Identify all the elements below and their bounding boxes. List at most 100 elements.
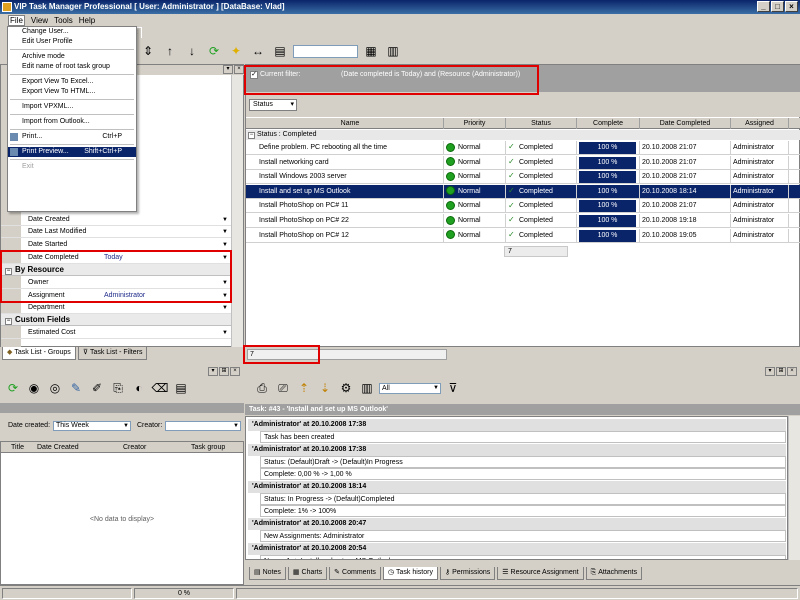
move-updown-icon[interactable]: ⇕ <box>139 42 157 60</box>
col-task-group[interactable]: Task group <box>191 442 225 453</box>
hide-icon[interactable]: ◐ <box>130 379 148 397</box>
refresh-icon[interactable]: ⟳ <box>205 42 223 60</box>
dropdown-icon[interactable]: ▼ <box>221 216 229 224</box>
menu-item-edit-name-of-root-task-group[interactable]: Edit name of root task group <box>8 62 136 72</box>
table-row[interactable]: Install networking card Normal ✓ Completed 1… <box>246 155 800 170</box>
col-complete[interactable]: Complete <box>577 118 640 129</box>
prop-date-created[interactable]: Date Created ▼ <box>1 214 231 226</box>
menu-item-print[interactable]: Print... Ctrl+P <box>8 132 136 142</box>
dropdown-icon[interactable]: ▼ <box>221 228 229 236</box>
edit-comment-icon[interactable]: ✐ <box>88 379 106 397</box>
menu-item-print-preview[interactable]: Print Preview... Shift+Ctrl+P <box>8 147 136 157</box>
menu-item-archive-mode[interactable]: Archive mode <box>8 52 136 62</box>
lightbulb-icon[interactable]: ✦ <box>227 42 245 60</box>
menu-item-import-from-outlook[interactable]: Import from Outlook... <box>8 117 136 127</box>
table-row[interactable]: Install PhotoShop on PC# 22 Normal ✓ Comple… <box>246 214 800 228</box>
maximize-button[interactable]: □ <box>771 1 784 12</box>
history-scrollbar[interactable] <box>788 416 800 560</box>
prop-department[interactable]: Department ▼ <box>1 302 231 314</box>
dropdown-icon[interactable]: ▼ <box>123 422 129 430</box>
table-row[interactable]: Install and set up MS Outlook Normal ✓ Comp… <box>246 184 800 199</box>
menu-item-change-user[interactable]: Change User... <box>8 27 136 37</box>
pin-icon[interactable]: ⊞ <box>219 367 229 376</box>
creator-select[interactable]: ▼ <box>165 421 241 431</box>
col-name[interactable]: Name <box>257 118 444 129</box>
col-assigned[interactable]: Assigned <box>731 118 789 129</box>
sort-ascending-icon[interactable]: ⇡ <box>295 379 313 397</box>
menu-tools[interactable]: Tools <box>54 16 73 25</box>
delete-icon[interactable]: ⌫ <box>151 379 169 397</box>
options-icon[interactable]: ⚙ <box>337 379 355 397</box>
table-row[interactable]: Install Windows 2003 server Normal ✓ Comple… <box>246 170 800 185</box>
columns-icon[interactable]: ▥ <box>358 379 376 397</box>
funnel-icon[interactable]: ⊽ <box>444 379 462 397</box>
col-status[interactable]: Status <box>506 118 577 129</box>
dropdown-icon[interactable]: ▼ <box>221 241 229 249</box>
menu-item-edit-user-profile[interactable]: Edit User Profile <box>8 37 136 47</box>
close-panel-icon[interactable]: × <box>787 367 797 376</box>
history-filter-select[interactable]: All ▼ <box>379 382 441 394</box>
menu-help[interactable]: Help <box>79 16 95 25</box>
col-date[interactable]: Date Completed <box>640 118 731 129</box>
col-title[interactable]: Title <box>11 442 24 453</box>
refresh-icon[interactable]: ⟳ <box>4 379 22 397</box>
menu-item-export-view-to-excel[interactable]: Export View To Excel... <box>8 77 136 87</box>
table-row[interactable]: Define problem. PC rebooting all the tim… <box>246 141 800 155</box>
tab-resource-assignment[interactable]: ☰ Resource Assignment <box>497 567 584 580</box>
view-all-icon[interactable]: ◎ <box>46 379 64 397</box>
tab-notes[interactable]: ▤ Notes <box>249 567 286 580</box>
close-panel-icon[interactable]: × <box>230 367 240 376</box>
menu-item-exit[interactable]: Exit <box>8 162 136 172</box>
tab-task-list-groups[interactable]: ◆ Task List - Groups <box>2 347 76 360</box>
reply-icon[interactable]: ⎘ <box>109 379 127 397</box>
dropdown-icon[interactable]: ▼ <box>221 304 229 312</box>
pin-icon[interactable]: ▾ <box>765 367 775 376</box>
expand-width-icon[interactable]: ↔ <box>249 42 267 60</box>
close-panel-icon[interactable]: × <box>234 65 244 74</box>
col-creator[interactable]: Creator <box>123 442 146 453</box>
close-button[interactable]: × <box>785 1 798 12</box>
col-date-created[interactable]: Date Created <box>37 442 79 453</box>
toolbar-combo[interactable] <box>293 44 358 58</box>
tab-task-history[interactable]: ◷ Task history <box>382 567 438 580</box>
tab-attachments[interactable]: ⎘ Attachments <box>585 567 643 580</box>
dropdown-icon[interactable]: ▼ <box>221 329 229 337</box>
view-icon[interactable]: ◉ <box>25 379 43 397</box>
group-row-completed[interactable]: − Status : Completed <box>246 130 800 140</box>
menu-item-export-view-to-html[interactable]: Export View To HTML... <box>8 87 136 97</box>
group-chip-status[interactable]: Status ▾ <box>249 99 297 111</box>
dropdown-icon[interactable]: ▼ <box>433 384 439 393</box>
pin-icon[interactable]: ▾ <box>208 367 218 376</box>
properties-scrollbar[interactable] <box>231 75 243 347</box>
col-priority[interactable]: Priority <box>444 118 506 129</box>
prop-date-last-modified[interactable]: Date Last Modified ▼ <box>1 226 231 238</box>
move-down-icon[interactable]: ↓ <box>183 42 201 60</box>
layout-icon[interactable]: ▦ <box>362 42 380 60</box>
minimize-button[interactable]: _ <box>757 1 770 12</box>
tab-permissions[interactable]: ⚷ Permissions <box>439 567 496 580</box>
tab-task-list-filters[interactable]: ⊽ Task List - Filters <box>77 347 148 360</box>
menu-item-import-vpxml[interactable]: Import VPXML... <box>8 102 136 112</box>
date-created-select[interactable]: This Week ▼ <box>53 421 131 431</box>
dropdown-icon[interactable]: ▼ <box>233 422 239 430</box>
sort-dropdown-icon[interactable]: ▾ <box>290 100 294 110</box>
sort-descending-icon[interactable]: ⇣ <box>316 379 334 397</box>
document-icon[interactable]: ▤ <box>271 42 289 60</box>
category-custom-fields[interactable]: − Custom Fields <box>1 314 231 326</box>
collapse-icon[interactable]: − <box>5 318 12 325</box>
pin-icon[interactable]: ▾ <box>223 65 233 74</box>
table-row[interactable]: Install PhotoShop on PC# 12 Normal ✓ Comple… <box>246 228 800 243</box>
move-up-icon[interactable]: ↑ <box>161 42 179 60</box>
prop-estimated-cost[interactable]: Estimated Cost ▼ <box>1 327 231 339</box>
menu-view[interactable]: View <box>31 16 48 25</box>
menu-file[interactable]: File <box>8 14 25 26</box>
print-icon[interactable]: ⎙ <box>253 379 271 397</box>
options-icon[interactable]: ▤ <box>172 379 190 397</box>
table-row[interactable]: Install PhotoShop on PC# 11 Normal ✓ Comple… <box>246 199 800 214</box>
pin-icon[interactable]: ⊞ <box>776 367 786 376</box>
collapse-icon[interactable]: − <box>248 132 255 139</box>
print-preview-icon[interactable]: ⎚ <box>274 379 292 397</box>
tab-comments[interactable]: ✎ Comments <box>329 567 381 580</box>
filter-options-icon[interactable]: ▥ <box>384 42 402 60</box>
add-comment-icon[interactable]: ✎ <box>67 379 85 397</box>
